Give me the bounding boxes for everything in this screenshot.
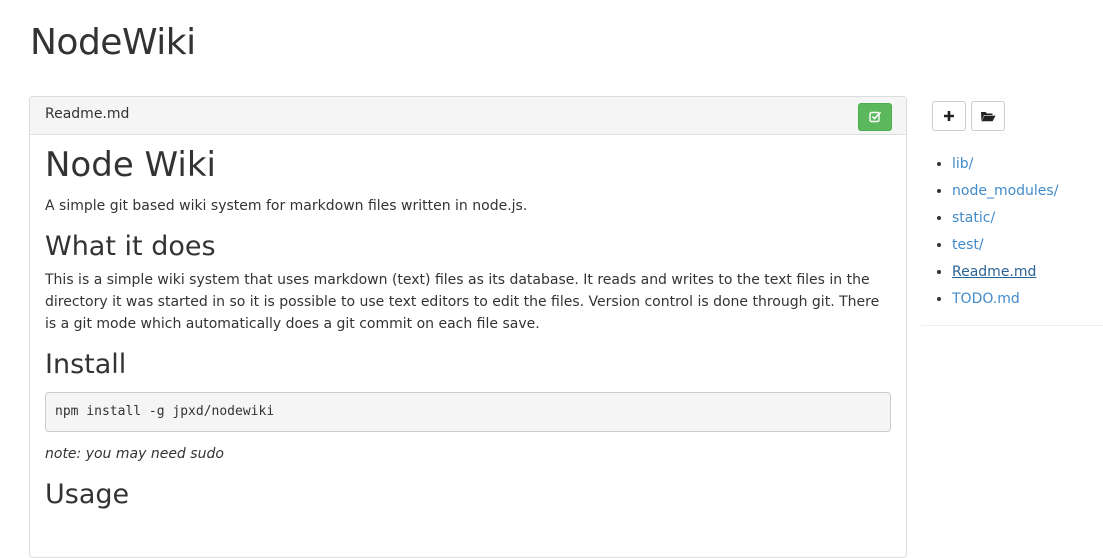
file-list-item: TODO.md	[952, 288, 1103, 315]
folder-open-icon	[980, 107, 996, 126]
panel-body: Node Wiki A simple git based wiki system…	[30, 135, 906, 511]
file-link-static[interactable]: static/	[952, 210, 995, 226]
panel-filename: Readme.md	[45, 106, 130, 122]
install-code-block: npm install -g jpxd/nodewiki	[45, 391, 891, 432]
document-panel: Readme.md Node Wiki A simple git based w…	[29, 96, 907, 558]
site-title: NodeWiki	[30, 22, 196, 63]
file-link-lib[interactable]: lib/	[952, 156, 973, 172]
sidebar-divider	[921, 325, 1103, 326]
plus-icon	[943, 107, 955, 126]
edit-check-icon	[868, 108, 882, 127]
file-list-item: lib/	[952, 153, 1103, 180]
file-link-node-modules[interactable]: node_modules/	[952, 183, 1058, 199]
file-list-item-active: Readme.md	[952, 261, 1103, 288]
install-note: note: you may need sudo	[45, 445, 224, 462]
file-list-item: static/	[952, 207, 1103, 234]
open-folder-button[interactable]	[971, 101, 1005, 131]
section-text-what: This is a simple wiki system that uses m…	[45, 272, 880, 333]
file-list-item: node_modules/	[952, 180, 1103, 207]
doc-title: Node Wiki	[45, 145, 216, 185]
section-heading-what: What it does	[45, 230, 216, 262]
file-list: lib/ node_modules/ static/ test/ Readme.…	[931, 153, 1103, 315]
file-list-item: test/	[952, 234, 1103, 261]
file-link-todo[interactable]: TODO.md	[952, 291, 1020, 307]
section-heading-install: Install	[45, 349, 127, 381]
file-link-test[interactable]: test/	[952, 237, 984, 253]
doc-intro: A simple git based wiki system for markd…	[45, 197, 528, 214]
new-file-button[interactable]	[932, 101, 966, 131]
edit-button[interactable]	[858, 103, 892, 131]
panel-heading: Readme.md	[30, 97, 906, 135]
section-heading-usage: Usage	[45, 478, 130, 510]
file-link-readme[interactable]: Readme.md	[952, 264, 1036, 280]
